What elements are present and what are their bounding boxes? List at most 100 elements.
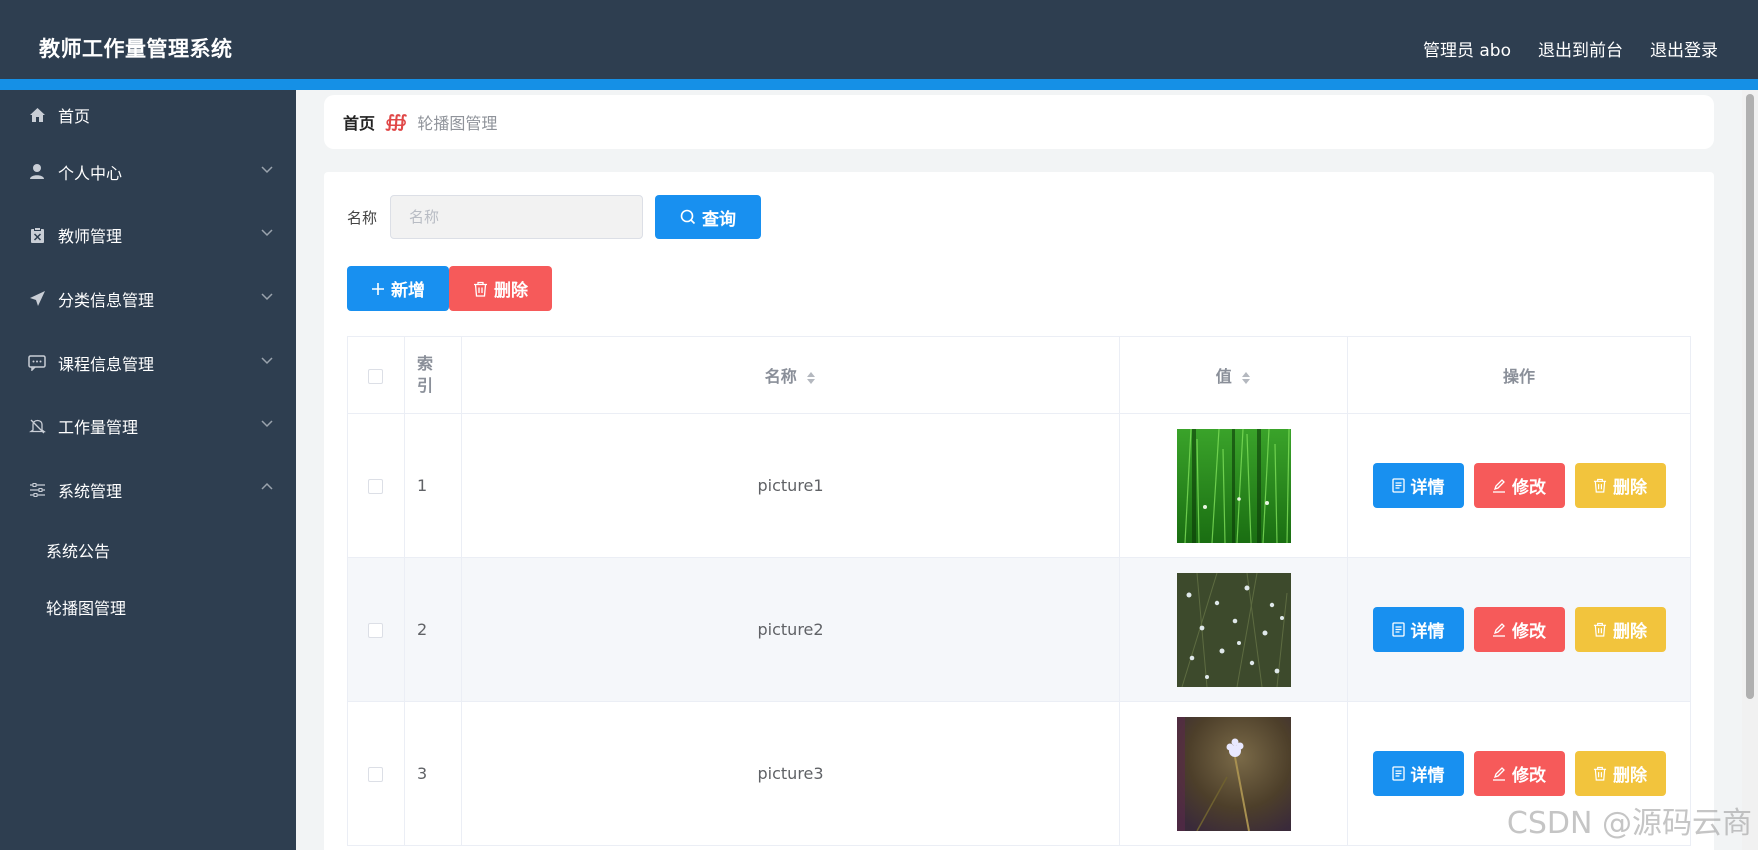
delete-button-label: 删除 <box>1613 766 1648 785</box>
trash-icon <box>1593 478 1607 493</box>
table-header-row: 索引 名称 值 操作 <box>347 336 1691 414</box>
add-button-label: 新增 <box>391 281 425 300</box>
delete-button[interactable]: 删除 <box>1574 607 1666 652</box>
row-checkbox[interactable] <box>368 767 384 782</box>
detail-button[interactable]: 详情 <box>1372 463 1464 508</box>
header-value-label: 值 <box>1215 367 1232 386</box>
sidebar-item-home[interactable]: 首页 <box>0 90 296 140</box>
delete-button[interactable]: 删除 <box>1574 751 1666 796</box>
admin-user-label: 管理员 abo <box>1422 41 1511 61</box>
header-name-label: 名称 <box>764 367 797 386</box>
search-input[interactable] <box>390 195 644 239</box>
paper-plane-icon <box>28 290 46 308</box>
batch-delete-button[interactable]: 删除 <box>449 266 552 311</box>
sidebar-item-label: 首页 <box>58 107 91 126</box>
table-row: 2 picture2 详情 修改 删除 <box>347 557 1691 702</box>
page-scrollbar[interactable] <box>1742 90 1758 850</box>
document-icon <box>1391 478 1405 493</box>
trash-icon <box>1593 622 1607 637</box>
carousel-thumbnail[interactable] <box>1176 428 1291 543</box>
chevron-down-icon <box>261 229 273 237</box>
sidebar-subitem-carousel[interactable]: 轮播图管理 <box>0 579 296 636</box>
trash-icon <box>1593 766 1607 781</box>
query-button[interactable]: 查询 <box>655 195 762 239</box>
header-index-label: 索引 <box>416 354 433 395</box>
detail-button[interactable]: 详情 <box>1372 751 1464 796</box>
header-name[interactable]: 名称 <box>460 336 1121 414</box>
row-checkbox[interactable] <box>368 479 384 494</box>
breadcrumb-home[interactable]: 首页 <box>343 110 375 134</box>
header-actions: 管理员 abo 退出到前台 退出登录 <box>1423 36 1718 61</box>
chevron-up-icon <box>261 482 273 490</box>
scrollbar-thumb[interactable] <box>1746 94 1754 699</box>
app-title: 教师工作量管理系统 <box>39 37 233 61</box>
detail-button-label: 详情 <box>1410 766 1445 785</box>
edit-button[interactable]: 修改 <box>1473 463 1565 508</box>
clipboard-icon <box>28 226 46 244</box>
edit-icon <box>1493 623 1506 637</box>
edit-button[interactable]: 修改 <box>1473 607 1565 652</box>
sidebar-item-teacher-management[interactable]: 教师管理 <box>0 204 296 268</box>
table-row: 3 picture3 详情 修改 删除 <box>347 701 1691 846</box>
edit-icon <box>1493 767 1506 781</box>
delete-button-label: 删除 <box>1613 478 1648 497</box>
sidebar-item-system-management[interactable]: 系统管理 <box>0 458 296 522</box>
content-card: 名称 查询 新增 删除 索引 名称 <box>324 172 1714 850</box>
sidebar-item-label: 分类信息管理 <box>58 290 155 310</box>
row-actions: 详情 修改 删除 <box>1348 751 1690 796</box>
document-icon <box>1391 766 1405 781</box>
header-ops: 操作 <box>1347 336 1691 414</box>
row-actions: 详情 修改 删除 <box>1348 463 1690 508</box>
detail-button-label: 详情 <box>1410 478 1445 497</box>
top-header: 教师工作量管理系统 管理员 abo 退出到前台 退出登录 <box>0 0 1758 90</box>
edit-button-label: 修改 <box>1512 766 1547 785</box>
sidebar-subitem-announcements[interactable]: 系统公告 <box>0 522 296 579</box>
breadcrumb-separator: ∰ <box>385 112 408 132</box>
sort-icon[interactable] <box>1241 371 1251 385</box>
sidebar-item-label: 课程信息管理 <box>58 354 155 374</box>
row-index: 2 <box>403 557 462 702</box>
detail-button-label: 详情 <box>1410 622 1445 641</box>
row-checkbox[interactable] <box>368 623 384 638</box>
carousel-thumbnail[interactable] <box>1176 716 1291 831</box>
header-value[interactable]: 值 <box>1119 336 1349 414</box>
header-select-all[interactable] <box>347 336 405 414</box>
sidebar-item-workload-management[interactable]: 工作量管理 <box>0 394 296 458</box>
trash-icon <box>474 281 487 297</box>
exit-to-front-link[interactable]: 退出到前台 <box>1538 36 1623 61</box>
edit-button-label: 修改 <box>1512 478 1547 497</box>
edit-button-label: 修改 <box>1512 622 1547 641</box>
home-icon <box>28 106 46 124</box>
row-index: 3 <box>403 701 462 846</box>
message-icon <box>28 354 46 372</box>
row-index: 1 <box>403 413 462 558</box>
edit-button[interactable]: 修改 <box>1473 751 1565 796</box>
chevron-down-icon <box>261 293 273 301</box>
query-button-label: 查询 <box>702 209 737 229</box>
row-name: picture3 <box>460 701 1121 846</box>
bell-off-icon <box>28 417 46 435</box>
breadcrumb-current: 轮播图管理 <box>417 114 498 133</box>
delete-button-label: 删除 <box>1613 622 1648 641</box>
sidebar-item-personal-center[interactable]: 个人中心 <box>0 140 296 204</box>
sort-icon[interactable] <box>806 371 816 385</box>
chevron-down-icon <box>261 420 273 428</box>
select-all-checkbox[interactable] <box>368 368 384 384</box>
edit-icon <box>1493 479 1506 493</box>
detail-button[interactable]: 详情 <box>1372 607 1464 652</box>
carousel-thumbnail[interactable] <box>1176 572 1291 687</box>
batch-delete-button-label: 删除 <box>494 281 528 300</box>
sidebar-item-label: 系统管理 <box>58 481 123 501</box>
breadcrumb: 首页 ∰ 轮播图管理 <box>324 95 1714 149</box>
logout-link[interactable]: 退出登录 <box>1650 36 1718 61</box>
sidebar-item-category-management[interactable]: 分类信息管理 <box>0 267 296 331</box>
chevron-down-icon <box>261 166 273 173</box>
search-row: 名称 查询 <box>347 195 762 239</box>
delete-button[interactable]: 删除 <box>1574 463 1666 508</box>
add-button[interactable]: 新增 <box>347 266 449 311</box>
sidebar-item-course-management[interactable]: 课程信息管理 <box>0 331 296 395</box>
row-name: picture1 <box>460 413 1121 558</box>
sidebar-item-label: 个人中心 <box>58 163 123 183</box>
carousel-table: 索引 名称 值 操作 1 picture1 详情 修改 删除 2 picture… <box>347 336 1691 846</box>
row-actions: 详情 修改 删除 <box>1348 607 1690 652</box>
